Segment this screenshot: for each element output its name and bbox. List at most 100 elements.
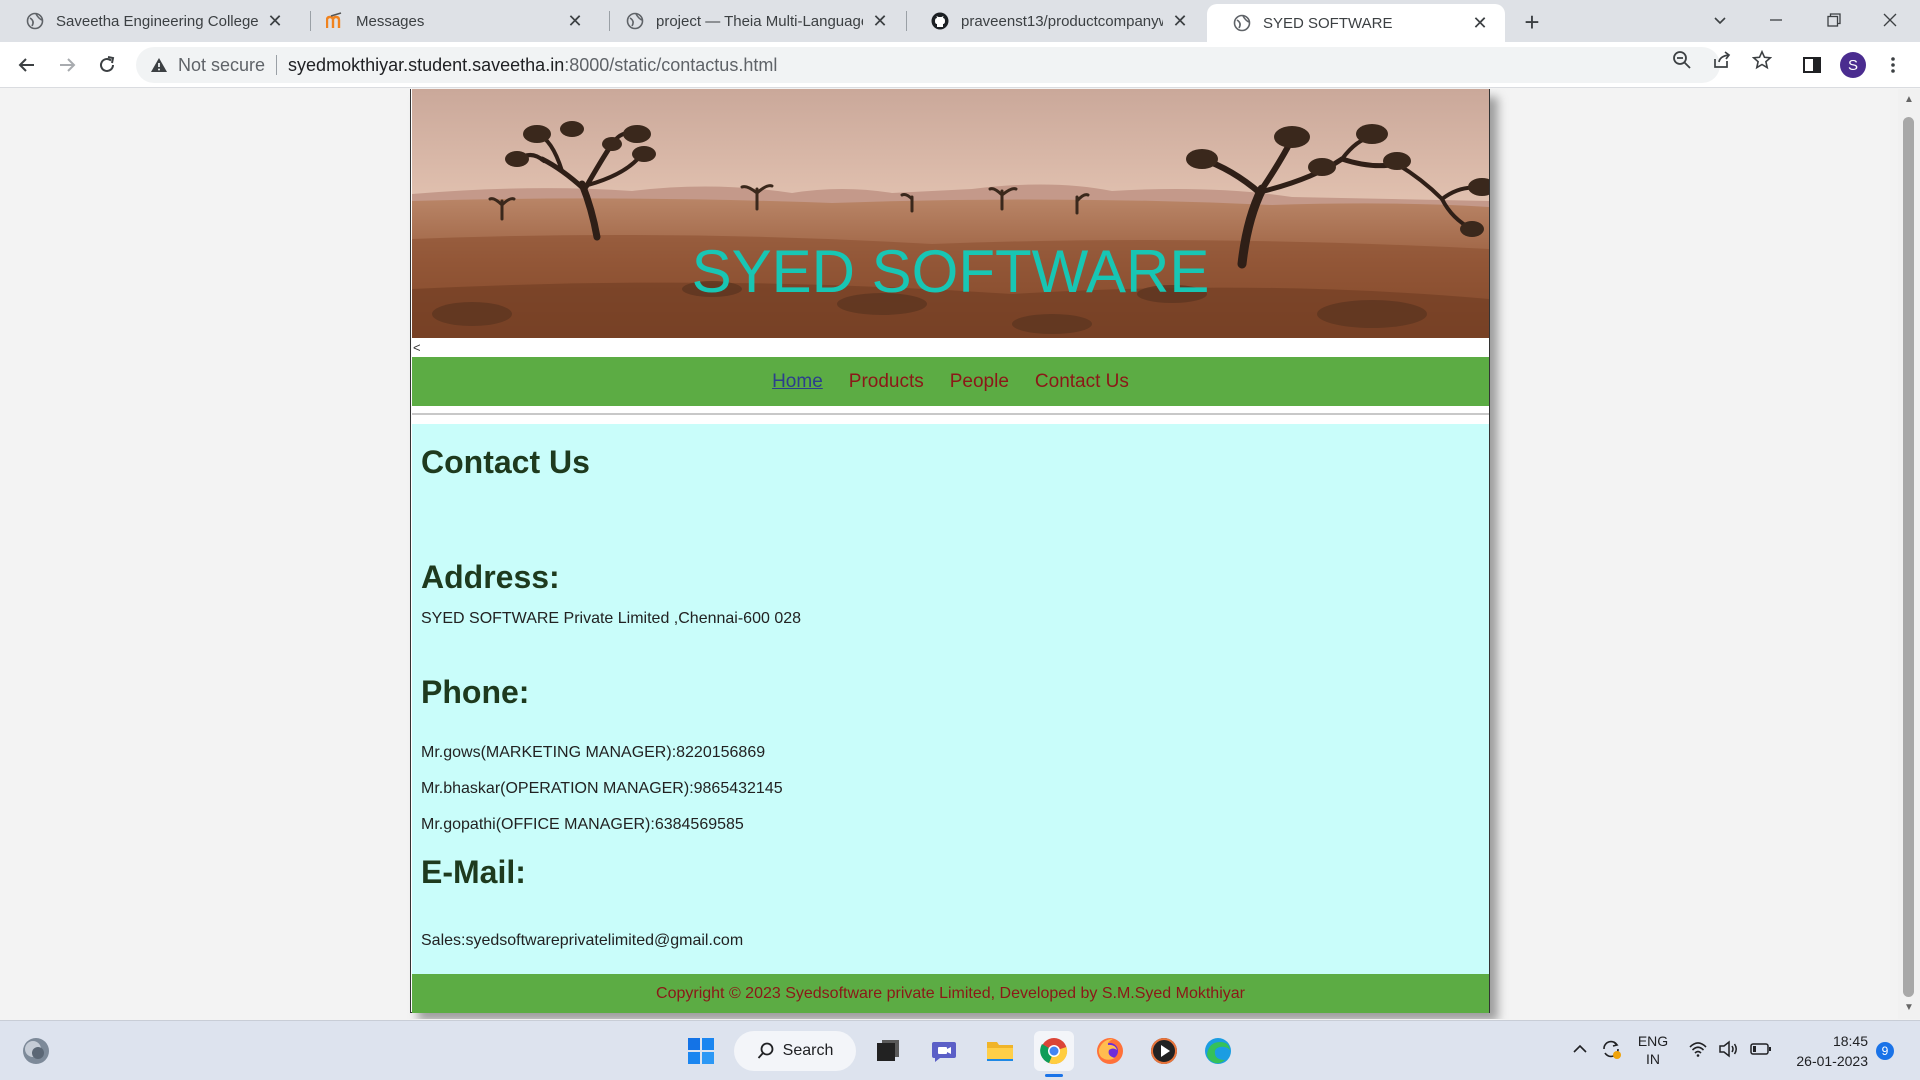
search-label: Search — [782, 1042, 834, 1059]
tab-syed-software[interactable]: SYED SOFTWARE ✕ — [1207, 4, 1505, 42]
url-path: :8000/static/contactus.html — [564, 54, 778, 75]
globe-icon — [26, 12, 44, 30]
menu-icon[interactable] — [1882, 54, 1904, 76]
wifi-icon[interactable] — [1688, 1039, 1708, 1062]
minimize-icon — [1770, 19, 1782, 21]
restore-button[interactable] — [1806, 0, 1862, 40]
page-viewport: SYED SOFTWARE < Home Products People Con… — [0, 89, 1898, 1019]
language-indicator[interactable]: ENG IN — [1636, 1032, 1670, 1068]
close-icon — [1883, 13, 1897, 27]
nav-products-link[interactable]: Products — [849, 371, 924, 393]
close-window-button[interactable] — [1862, 0, 1918, 40]
task-view-icon[interactable] — [868, 1031, 908, 1071]
chrome-icon[interactable] — [1034, 1031, 1074, 1071]
page-title: Contact Us — [421, 444, 590, 480]
close-icon[interactable]: ✕ — [266, 11, 284, 31]
file-explorer-icon[interactable] — [980, 1031, 1020, 1071]
nav-people-link[interactable]: People — [950, 371, 1009, 393]
tab-github[interactable]: praveenst13/productcompanywe ✕ — [905, 0, 1205, 42]
desert-banner: SYED SOFTWARE — [412, 89, 1489, 338]
page-container: SYED SOFTWARE < Home Products People Con… — [410, 89, 1490, 1013]
windows-start-icon[interactable] — [681, 1031, 721, 1071]
region-label: IN — [1646, 1051, 1660, 1067]
scrollbar[interactable]: ▲ ▼ — [1898, 89, 1920, 1019]
scrollbar-thumb[interactable] — [1903, 117, 1914, 997]
security-label[interactable]: Not secure — [178, 55, 265, 76]
tab-title: project — Theia Multi-Language — [656, 12, 863, 30]
phone-line: Mr.bhaskar(OPERATION MANAGER):9865432145 — [421, 780, 783, 797]
phone-line: Mr.gows(MARKETING MANAGER):8220156869 — [421, 744, 766, 761]
zoom-icon[interactable] — [1672, 50, 1692, 70]
battery-icon[interactable] — [1750, 1040, 1772, 1061]
new-tab-button[interactable]: + — [1518, 7, 1546, 37]
contact-content: Contact Us Address: SYED SOFTWARE Privat… — [412, 424, 1489, 974]
url-host: syedmokthiyar.student.saveetha.in — [288, 54, 565, 75]
arrow-right-icon — [60, 58, 76, 72]
tab-title: Messages — [356, 12, 425, 30]
taskbar-search[interactable]: Search — [734, 1031, 856, 1071]
tab-search-button[interactable] — [1692, 0, 1748, 40]
address-heading: Address: — [421, 559, 560, 595]
taskbar: Search ENG IN 18:45 26-01-2023 9 — [0, 1020, 1920, 1080]
banner-title: SYED SOFTWARE — [691, 238, 1210, 305]
nav-contact-link[interactable]: Contact Us — [1035, 371, 1129, 393]
media-player-icon[interactable] — [1144, 1031, 1184, 1071]
active-app-indicator — [1045, 1074, 1063, 1077]
scroll-up-icon[interactable]: ▲ — [1904, 95, 1914, 105]
browser-toolbar: Not secure syedmokthiyar.student.saveeth… — [0, 42, 1920, 88]
teams-chat-icon[interactable] — [924, 1031, 964, 1071]
divider — [276, 55, 278, 75]
clock-time: 18:45 — [1832, 1033, 1868, 1049]
email-heading: E-Mail: — [421, 854, 526, 890]
arrow-left-icon — [18, 58, 34, 72]
tab-title: praveenst13/productcompanywe — [961, 12, 1163, 30]
clock-date: 26-01-2023 — [1796, 1053, 1868, 1069]
email-text: Sales:syedsoftwareprivatelimited@gmail.c… — [421, 932, 744, 949]
close-icon[interactable]: ✕ — [1471, 13, 1489, 33]
scroll-down-icon[interactable]: ▼ — [1904, 1003, 1914, 1013]
language-label: ENG — [1637, 1033, 1669, 1049]
edge-icon[interactable] — [1198, 1031, 1238, 1071]
volume-icon[interactable] — [1718, 1039, 1740, 1062]
tab-title: SYED SOFTWARE — [1263, 14, 1393, 32]
close-icon[interactable]: ✕ — [1171, 11, 1189, 31]
address-text: SYED SOFTWARE Private Limited ,Chennai-6… — [421, 610, 802, 627]
nav-home-link[interactable]: Home — [772, 371, 823, 393]
globe-icon — [1233, 14, 1251, 32]
moodle-icon — [326, 12, 344, 30]
notification-badge[interactable]: 9 — [1876, 1042, 1894, 1060]
phone-line: Mr.gopathi(OFFICE MANAGER):6384569585 — [421, 816, 744, 833]
phone-heading: Phone: — [421, 674, 530, 710]
warning-icon[interactable] — [150, 56, 168, 74]
profile-avatar[interactable]: S — [1840, 52, 1866, 78]
side-panel-icon[interactable] — [1801, 54, 1823, 76]
share-icon[interactable] — [1712, 50, 1732, 70]
clock[interactable]: 18:45 26-01-2023 — [1786, 1031, 1868, 1071]
reload-button[interactable] — [90, 48, 124, 82]
github-icon — [931, 12, 949, 30]
tab-messages[interactable]: Messages ✕ — [300, 0, 600, 42]
star-icon[interactable] — [1752, 50, 1772, 70]
forward-button[interactable] — [50, 48, 84, 82]
tab-title: Saveetha Engineering College — [56, 12, 258, 30]
chevron-up-icon[interactable] — [1572, 1041, 1588, 1060]
close-icon[interactable]: ✕ — [566, 11, 584, 31]
tab-saveetha[interactable]: Saveetha Engineering College ✕ — [0, 0, 300, 42]
site-nav: Home Products People Contact Us — [412, 357, 1489, 406]
widgets-icon[interactable] — [16, 1031, 56, 1071]
reload-icon — [100, 56, 115, 72]
divider — [412, 413, 1489, 415]
page-footer: Copyright © 2023 Syedsoftware private Li… — [412, 974, 1489, 1013]
minimize-button[interactable] — [1748, 0, 1804, 40]
address-bar[interactable]: Not secure syedmokthiyar.student.saveeth… — [136, 47, 1720, 83]
firefox-icon[interactable] — [1090, 1031, 1130, 1071]
tab-strip: Saveetha Engineering College ✕ Messages … — [0, 0, 1920, 42]
stray-text: < — [413, 340, 421, 355]
tab-theia[interactable]: project — Theia Multi-Language ✕ — [600, 0, 905, 42]
search-icon — [757, 1042, 774, 1059]
sync-icon[interactable] — [1600, 1038, 1622, 1063]
restore-icon — [1827, 13, 1841, 27]
back-button[interactable] — [10, 48, 44, 82]
close-icon[interactable]: ✕ — [871, 11, 889, 31]
chevron-down-icon — [1714, 17, 1726, 25]
